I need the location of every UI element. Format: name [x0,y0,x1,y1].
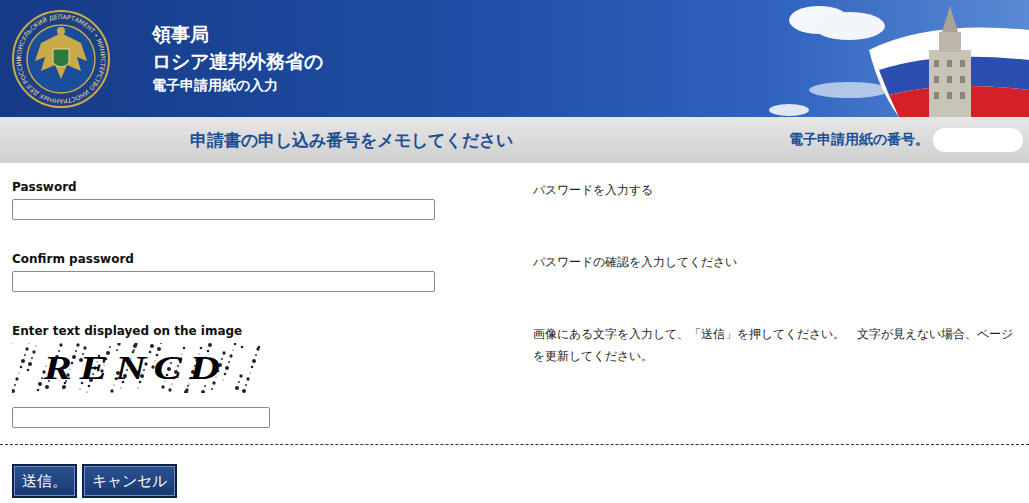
captcha-text: RENCD [44,349,228,387]
emblem: КОНСУЛЬСКИЙ ДЕПАРТАМЕНТ • МИНИСТЕРСТВО И… [0,0,116,117]
field: Confirm password [12,251,533,292]
form-number: 電子申請用紙の番号。 [789,128,1023,152]
field-label: Password [12,179,533,195]
notice-message: 申請書の申し込み番号をメモしてください [190,129,513,152]
form-number-field [933,128,1023,152]
form-row: Confirm passwordパスワードの確認を入力してください [0,251,1029,292]
notice-bar: 申請書の申し込み番号をメモしてください 電子申請用紙の番号。 [0,117,1029,163]
password-input[interactable] [12,199,435,220]
header-title: 領事局ロシア連邦外務省の電子申請用紙の入力 [116,0,323,117]
field-label: Confirm password [12,251,533,267]
header-line: 領事局 [152,23,323,46]
button-bar: 送信。キャンセル [0,445,1029,503]
field-label: Enter text displayed on the image [12,323,533,339]
field-hint: パスワードの確認を入力してください [533,251,1023,292]
field: Password [12,179,533,220]
form-number-label: 電子申請用紙の番号。 [789,131,929,149]
field-hint: 画像にある文字を入力して、「送信」を押してください。 文字が見えない場合、ページ… [533,323,1023,428]
submit-button[interactable]: 送信。 [12,464,77,498]
emblem-icon: КОНСУЛЬСКИЙ ДЕПАРТАМЕНТ • МИНИСТЕРСТВО И… [11,9,111,109]
cancel-button[interactable]: キャンセル [82,464,177,498]
field: Enter text displayed on the image RENCD [12,323,533,428]
captcha-input[interactable] [12,407,270,428]
header-line: ロシア連邦外務省の [152,50,323,73]
form: Passwordパスワードを入力する Confirm passwordパスワードの… [0,163,1029,442]
header-line: 電子申請用紙の入力 [152,77,323,94]
divider [0,444,1029,445]
page: КОНСУЛЬСКИЙ ДЕПАРТАМЕНТ • МИНИСТЕРСТВО И… [0,0,1029,503]
header: КОНСУЛЬСКИЙ ДЕПАРТАМЕНТ • МИНИСТЕРСТВО И… [0,0,1029,117]
svg-text:КОНСУЛЬСКИЙ ДЕПАРТАМЕНТ • МИНИ: КОНСУЛЬСКИЙ ДЕПАРТАМЕНТ • МИНИСТЕРСТВО И… [15,12,107,104]
field-hint: パスワードを入力する [533,179,1023,220]
header-scenery-icon [729,0,1029,117]
captcha-image: RENCD [12,343,260,393]
form-row: Passwordパスワードを入力する [0,179,1029,220]
password-input[interactable] [12,271,435,292]
form-row: Enter text displayed on the image RENCD 画像… [0,323,1029,428]
